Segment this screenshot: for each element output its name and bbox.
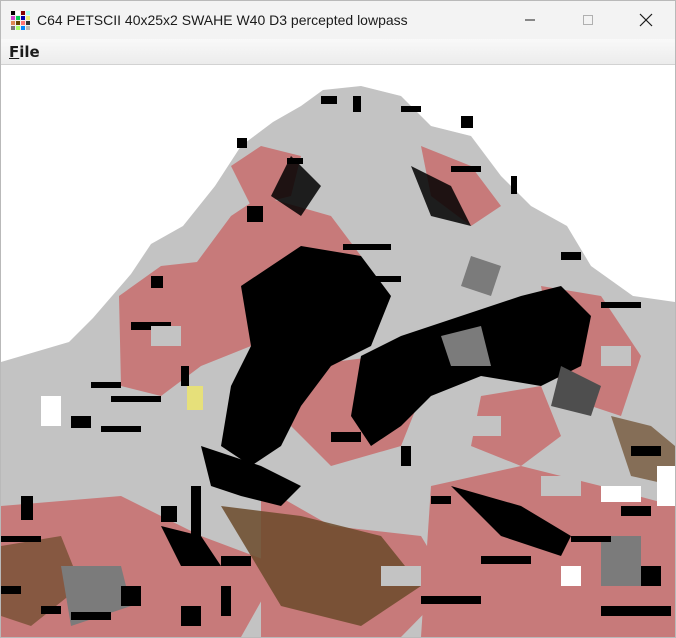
menu-file-label: ile <box>19 42 40 61</box>
menu-file[interactable]: File <box>9 43 40 61</box>
menu-file-mnemonic: F <box>9 42 20 61</box>
petscii-image <box>1 66 675 637</box>
maximize-button[interactable] <box>559 1 617 39</box>
window-controls <box>501 1 675 39</box>
app-window: C64 PETSCII 40x25x2 SWAHE W40 D3 percept… <box>0 0 676 638</box>
title-bar[interactable]: C64 PETSCII 40x25x2 SWAHE W40 D3 percept… <box>1 1 675 39</box>
window-title: C64 PETSCII 40x25x2 SWAHE W40 D3 percept… <box>37 12 408 28</box>
close-button[interactable] <box>617 1 675 39</box>
minimize-button[interactable] <box>501 1 559 39</box>
petscii-canvas[interactable] <box>1 66 675 637</box>
minimize-icon <box>525 19 535 21</box>
app-icon <box>11 11 30 30</box>
menu-bar: File <box>1 39 675 65</box>
maximize-icon <box>583 15 593 25</box>
close-icon <box>639 13 653 27</box>
